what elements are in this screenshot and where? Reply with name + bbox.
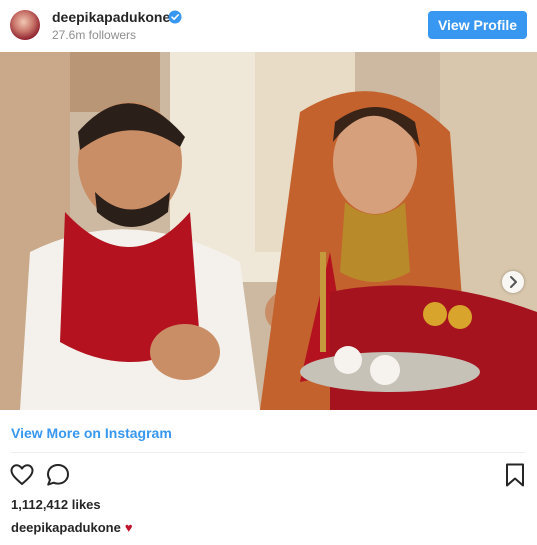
avatar[interactable] [10, 10, 40, 40]
divider [11, 452, 526, 453]
view-more-link[interactable]: View More on Instagram [11, 425, 172, 441]
username[interactable]: deepikapadukone [52, 9, 170, 25]
post-header: deepikapadukone 27.6m followers View Pro… [0, 0, 537, 52]
comment-icon[interactable] [45, 462, 71, 488]
chevron-right-icon [510, 276, 517, 288]
bookmark-icon[interactable] [504, 462, 526, 488]
caption-username[interactable]: deepikapadukone [11, 520, 121, 535]
next-photo-button[interactable] [502, 271, 524, 293]
likes-count: 1,112,412 likes [11, 497, 101, 512]
heart-icon[interactable] [9, 462, 35, 488]
verified-badge-icon [168, 10, 182, 24]
post-photo[interactable] [0, 52, 537, 410]
followers-count: 27.6m followers [52, 28, 137, 42]
view-profile-button[interactable]: View Profile [428, 11, 527, 39]
caption-heart-emoji: ♥ [124, 520, 133, 535]
wedding-photo-illustration [0, 52, 537, 410]
caption: deepikapadukone ♥ [11, 520, 133, 535]
